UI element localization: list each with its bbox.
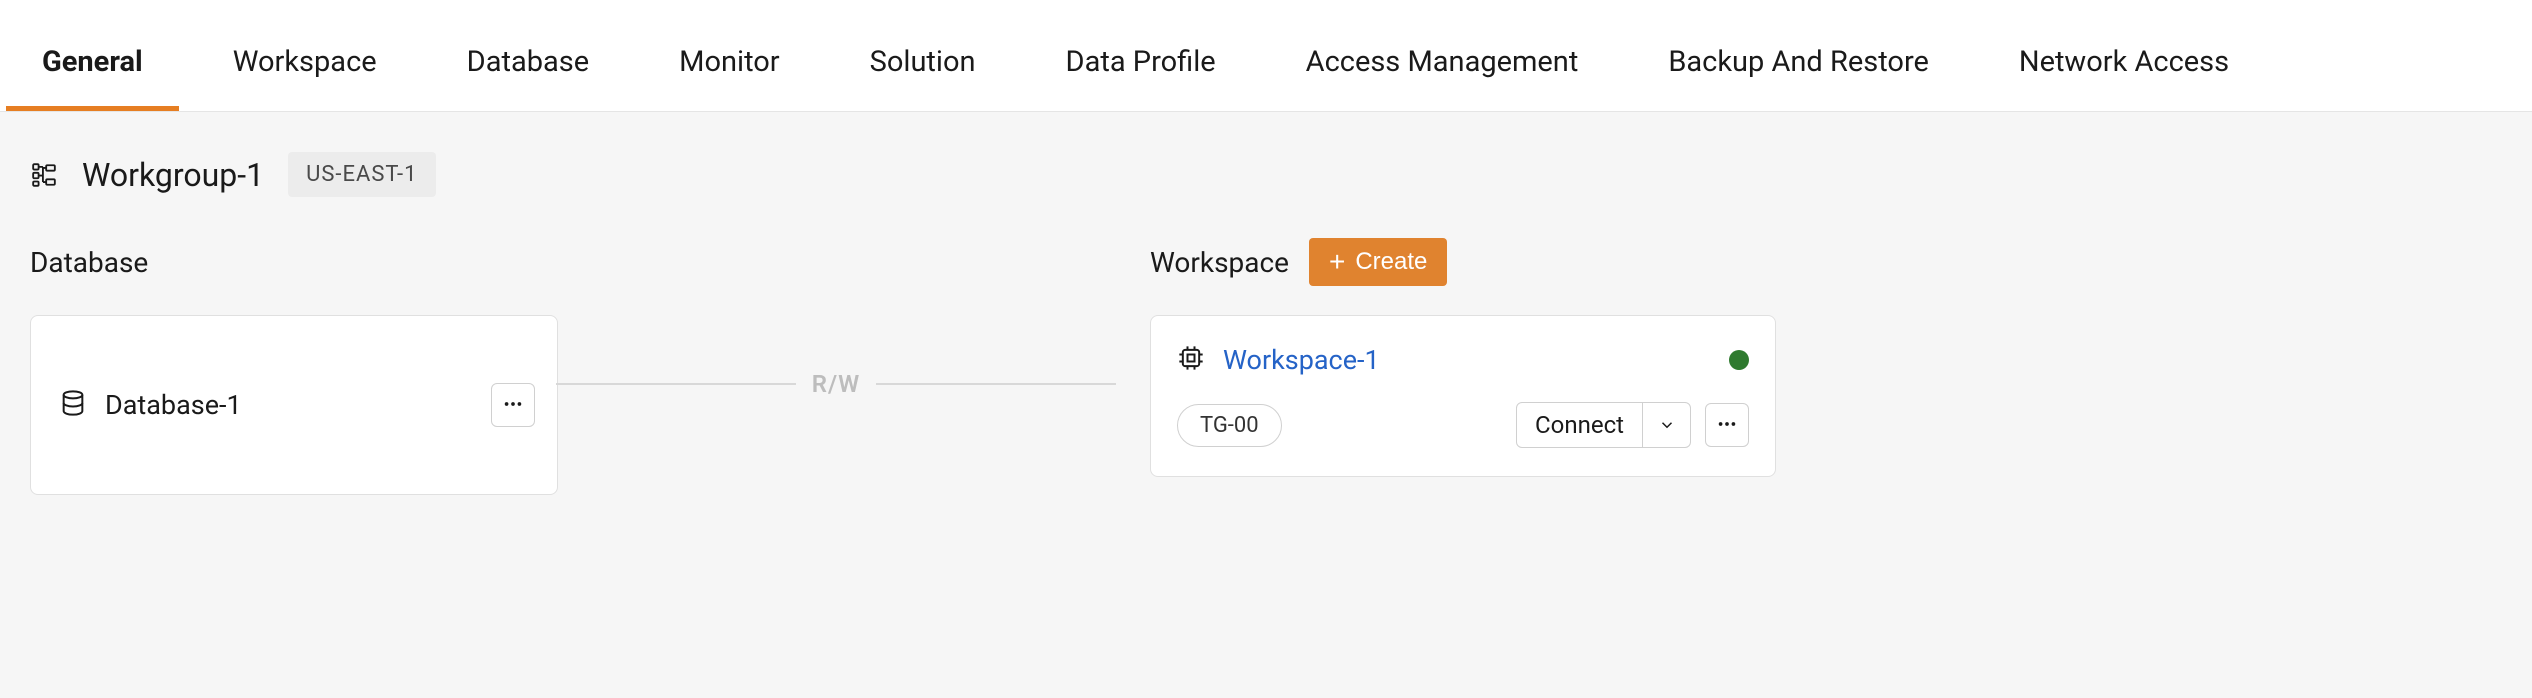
database-more-button[interactable] xyxy=(491,383,535,427)
workgroup-header: Workgroup-1 US-EAST-1 xyxy=(0,112,2532,217)
plus-icon: + xyxy=(1329,248,1345,276)
workspace-name-link[interactable]: Workspace-1 xyxy=(1223,344,1380,376)
tab-general[interactable]: General xyxy=(42,13,143,111)
workspace-actions: Connect xyxy=(1516,402,1749,448)
tab-bar: General Workspace Database Monitor Solut… xyxy=(0,0,2532,112)
workspace-card: Workspace-1 TG-00 Connect xyxy=(1150,315,1776,477)
chip-icon xyxy=(1177,344,1205,376)
create-button-label: Create xyxy=(1355,248,1427,276)
workspace-more-button[interactable] xyxy=(1705,403,1749,447)
database-card-left: Database-1 xyxy=(59,389,242,421)
database-card[interactable]: Database-1 xyxy=(30,315,558,495)
tab-workspace[interactable]: Workspace xyxy=(233,13,377,111)
connector-line: R/W xyxy=(556,383,1116,385)
workgroup-icon xyxy=(30,161,58,189)
connect-button[interactable]: Connect xyxy=(1516,402,1691,448)
tab-solution[interactable]: Solution xyxy=(870,13,976,111)
workgroup-name: Workgroup-1 xyxy=(82,156,264,194)
database-icon xyxy=(59,389,87,421)
more-icon xyxy=(1716,413,1738,438)
region-badge: US-EAST-1 xyxy=(288,152,435,197)
workspace-card-left: Workspace-1 xyxy=(1177,344,1380,376)
database-section-title: Database xyxy=(30,246,148,279)
tab-data-profile[interactable]: Data Profile xyxy=(1066,13,1216,111)
tab-database[interactable]: Database xyxy=(467,13,589,111)
workspace-tag: TG-00 xyxy=(1177,404,1282,447)
connect-button-label: Connect xyxy=(1517,403,1642,447)
status-indicator xyxy=(1729,350,1749,370)
database-name: Database-1 xyxy=(105,389,242,421)
chevron-down-icon[interactable] xyxy=(1642,403,1690,447)
database-section: Database Database-1 xyxy=(30,237,590,495)
create-workspace-button[interactable]: + Create xyxy=(1309,238,1447,286)
database-section-header: Database xyxy=(30,237,590,287)
connector-label: R/W xyxy=(796,370,876,398)
tab-monitor[interactable]: Monitor xyxy=(679,13,780,111)
workspace-section-header: Workspace + Create xyxy=(1150,237,1776,287)
sections-row: Database Database-1 xyxy=(0,217,2532,495)
tab-access-management[interactable]: Access Management xyxy=(1306,13,1579,111)
workspace-card-top: Workspace-1 xyxy=(1177,344,1749,376)
more-icon xyxy=(502,393,524,418)
workspace-card-bottom: TG-00 Connect xyxy=(1177,402,1749,448)
tab-backup-and-restore[interactable]: Backup And Restore xyxy=(1668,13,1929,111)
tab-network-access[interactable]: Network Access xyxy=(2019,13,2229,111)
workspace-section-title: Workspace xyxy=(1150,246,1289,279)
workspace-section: Workspace + Create Workspace-1 xyxy=(1150,237,1776,477)
